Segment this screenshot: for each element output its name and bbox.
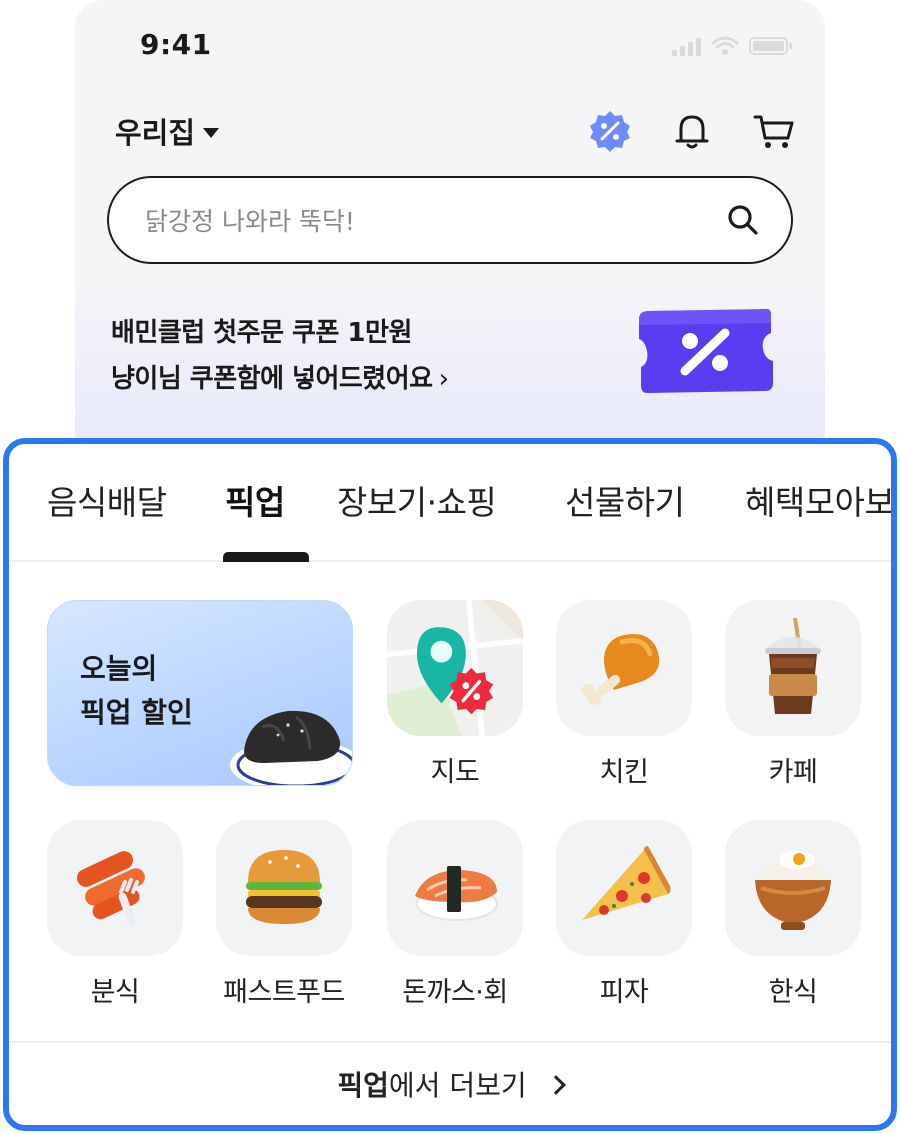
rice-bowl-icon [755, 851, 831, 930]
category-tile [725, 600, 861, 736]
header-actions [587, 108, 797, 154]
status-icons [672, 36, 793, 56]
caret-down-icon [203, 127, 220, 138]
category-label: 분식 [90, 977, 140, 1008]
coffee-icon [765, 618, 821, 714]
chicken-icon [582, 634, 660, 705]
category-label: 한식 [768, 977, 818, 1008]
more-bold-text: 픽업 [337, 1069, 389, 1102]
bread-plate-icon [230, 710, 352, 785]
feature-title: 오늘의 픽업 할인 [80, 647, 193, 735]
feature-title-line-1: 오늘의 [80, 652, 158, 685]
promo-line-2: 냥이님 쿠폰함에 넣어드렸어요 [111, 364, 433, 394]
pickup-more-button[interactable]: 픽업 에서 더보기 [9, 1041, 891, 1125]
address-label: 우리집 [115, 116, 196, 150]
status-time: 9:41 [140, 28, 212, 61]
phone-screen: 9:41 우리집 닭강정 나와라 뚝닥! 배민클럽 첫주문 쿠폰 1만원 냥이님… [75, 0, 825, 460]
category-tile [387, 820, 523, 956]
category-cutlet-sashimi[interactable]: 돈까스·회 [387, 820, 523, 1009]
category-bunsik[interactable]: 분식 [47, 820, 183, 1009]
tab-shopping[interactable]: 장보기·쇼핑 [337, 476, 497, 524]
category-label: 패스트푸드 [223, 977, 345, 1008]
category-tile [556, 820, 692, 956]
category-map[interactable]: 지도 [387, 600, 523, 789]
feature-title-line-2: 픽업 할인 [80, 696, 193, 729]
tab-food-delivery[interactable]: 음식배달 [47, 476, 167, 524]
search-bar[interactable]: 닭강정 나와라 뚝닥! [107, 176, 793, 264]
category-tile [556, 600, 692, 736]
sushi-icon [415, 866, 498, 921]
category-tile [47, 820, 183, 956]
tab-pickup[interactable]: 픽업 [225, 476, 285, 524]
map-pin-icon [387, 600, 523, 736]
category-label: 치킨 [599, 757, 649, 788]
category-label: 카페 [768, 757, 818, 788]
coupon-ticket-icon [639, 309, 773, 393]
today-pickup-discount-tile[interactable]: 오늘의 픽업 할인 [47, 600, 353, 786]
pizza-icon [582, 846, 671, 920]
search-input[interactable]: 닭강정 나와라 뚝닥! [145, 202, 725, 238]
tab-gift[interactable]: 선물하기 [565, 476, 685, 524]
category-label: 지도 [430, 757, 480, 788]
bell-icon[interactable] [669, 108, 715, 154]
chevron-right-icon: › [438, 364, 449, 394]
search-icon[interactable] [725, 202, 761, 238]
category-tile [387, 600, 523, 736]
category-tile [725, 820, 861, 956]
more-text: 에서 더보기 [388, 1069, 527, 1102]
signal-icon [672, 38, 701, 56]
chevron-right-icon [545, 1075, 566, 1095]
burger-icon [246, 850, 322, 924]
category-pizza[interactable]: 피자 [556, 820, 692, 1009]
service-tabs: 음식배달 픽업 장보기·쇼핑 선물하기 혜택모아보기 [9, 444, 891, 562]
tteokbokki-icon [76, 851, 145, 926]
coupon-badge-icon[interactable] [587, 108, 633, 154]
promo-line-1: 배민클럽 첫주문 쿠폰 1만원 [111, 318, 412, 348]
category-cafe[interactable]: 카페 [725, 600, 861, 789]
category-tile [216, 820, 352, 956]
category-fastfood[interactable]: 패스트푸드 [216, 820, 352, 1009]
category-label: 피자 [599, 977, 649, 1008]
tab-benefits[interactable]: 혜택모아보기 [745, 476, 891, 524]
cart-icon[interactable] [751, 108, 797, 154]
category-label: 돈까스·회 [402, 977, 508, 1008]
battery-icon [749, 37, 792, 55]
promo-banner[interactable]: 배민클럽 첫주문 쿠폰 1만원 냥이님 쿠폰함에 넣어드렸어요 › [111, 310, 449, 402]
address-selector[interactable]: 우리집 [115, 110, 220, 152]
category-chicken[interactable]: 치킨 [556, 600, 692, 789]
wifi-icon [711, 36, 739, 55]
pickup-card: 음식배달 픽업 장보기·쇼핑 선물하기 혜택모아보기 오늘의 픽업 할인 [3, 438, 897, 1131]
active-tab-indicator [223, 552, 309, 562]
category-korean[interactable]: 한식 [725, 820, 861, 1009]
